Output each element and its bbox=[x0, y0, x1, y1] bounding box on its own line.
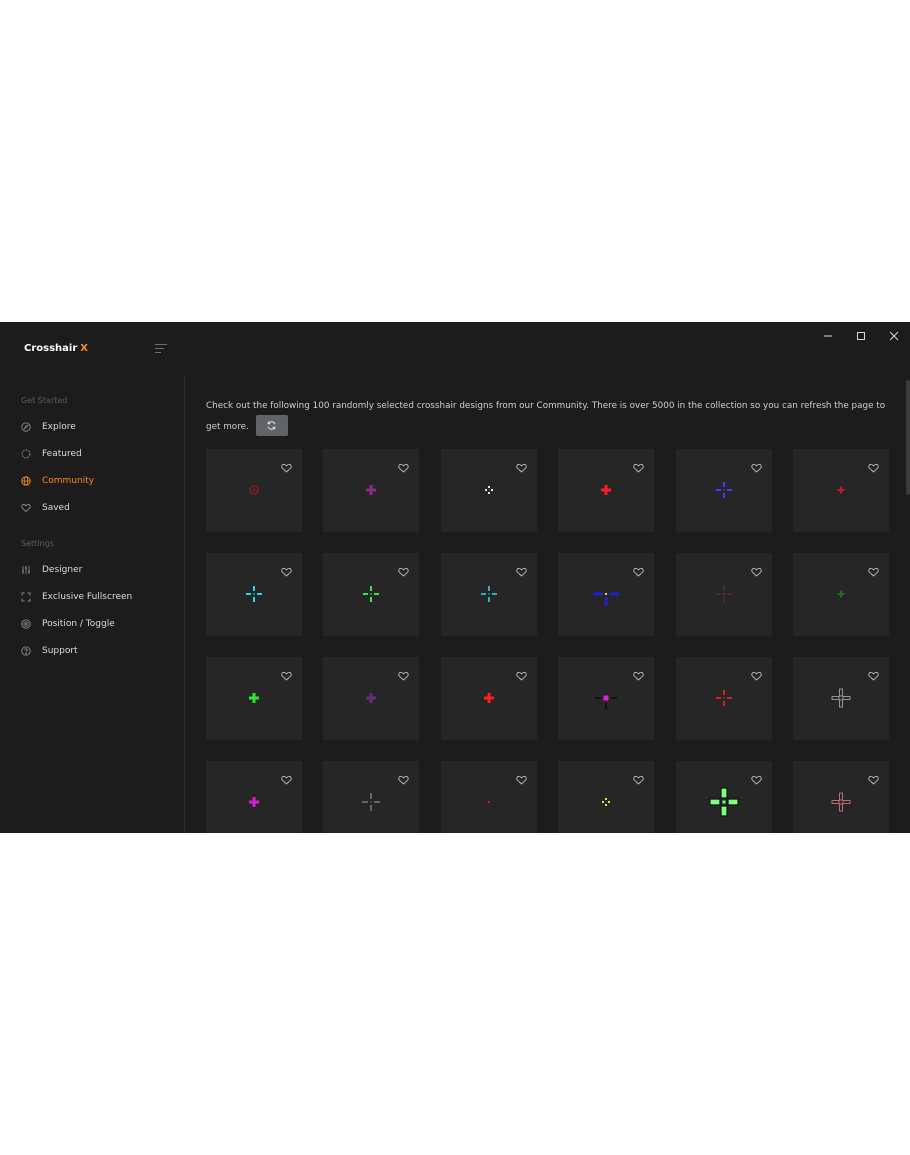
scrollbar[interactable] bbox=[906, 380, 910, 495]
app-logo: Crosshair X bbox=[24, 343, 88, 354]
sidebar-item-designer[interactable]: Designer bbox=[14, 559, 179, 581]
maximize-icon bbox=[856, 332, 865, 340]
main-content: Check out the following 100 randomly sel… bbox=[186, 377, 910, 833]
crosshair-card[interactable] bbox=[558, 553, 654, 636]
minimize-icon bbox=[823, 335, 832, 337]
favorite-heart-icon[interactable] bbox=[751, 562, 762, 577]
favorite-heart-icon[interactable] bbox=[516, 458, 527, 473]
favorite-heart-icon[interactable] bbox=[633, 666, 644, 681]
section-label-settings: Settings bbox=[21, 539, 54, 548]
brand-name: Crosshair bbox=[24, 343, 78, 354]
favorite-heart-icon[interactable] bbox=[398, 458, 409, 473]
crosshair-card[interactable] bbox=[676, 553, 772, 636]
minimize-button[interactable] bbox=[811, 322, 844, 350]
crosshair-card[interactable] bbox=[793, 761, 889, 833]
favorite-heart-icon[interactable] bbox=[868, 562, 879, 577]
favorite-heart-icon[interactable] bbox=[281, 458, 292, 473]
favorite-heart-icon[interactable] bbox=[516, 562, 527, 577]
sidebar-item-position-toggle[interactable]: Position / Toggle bbox=[14, 613, 179, 635]
crosshair-card[interactable] bbox=[206, 449, 302, 532]
badge-icon bbox=[21, 449, 31, 459]
crosshair-card[interactable] bbox=[676, 657, 772, 740]
crosshair-card[interactable] bbox=[558, 657, 654, 740]
compass-icon bbox=[21, 422, 31, 432]
help-icon bbox=[21, 646, 31, 656]
refresh-icon bbox=[267, 421, 276, 430]
favorite-heart-icon[interactable] bbox=[398, 770, 409, 785]
favorite-heart-icon[interactable] bbox=[868, 770, 879, 785]
favorite-heart-icon[interactable] bbox=[868, 458, 879, 473]
favorite-heart-icon[interactable] bbox=[751, 458, 762, 473]
crosshair-card[interactable] bbox=[441, 553, 537, 636]
heart-icon bbox=[21, 503, 31, 513]
crosshair-card[interactable] bbox=[323, 449, 419, 532]
favorite-heart-icon[interactable] bbox=[398, 666, 409, 681]
sidebar-item-label: Support bbox=[42, 646, 78, 656]
favorite-heart-icon[interactable] bbox=[398, 562, 409, 577]
crosshair-card[interactable] bbox=[323, 761, 419, 833]
close-icon bbox=[889, 331, 898, 341]
favorite-heart-icon[interactable] bbox=[516, 666, 527, 681]
crosshair-card[interactable] bbox=[793, 657, 889, 740]
favorite-heart-icon[interactable] bbox=[281, 666, 292, 681]
favorite-heart-icon[interactable] bbox=[868, 666, 879, 681]
favorite-heart-icon[interactable] bbox=[633, 770, 644, 785]
favorite-heart-icon[interactable] bbox=[281, 562, 292, 577]
crosshair-card[interactable] bbox=[676, 761, 772, 833]
fullscreen-icon bbox=[21, 592, 31, 602]
refresh-button[interactable] bbox=[255, 415, 288, 436]
crosshair-card[interactable] bbox=[323, 657, 419, 740]
sidebar-item-explore[interactable]: Explore bbox=[14, 416, 179, 438]
crosshair-card[interactable] bbox=[676, 449, 772, 532]
crosshair-card[interactable] bbox=[793, 449, 889, 532]
favorite-heart-icon[interactable] bbox=[281, 770, 292, 785]
sidebar-item-label: Exclusive Fullscreen bbox=[42, 592, 133, 602]
sidebar-item-label: Explore bbox=[42, 422, 76, 432]
intro-paragraph: Check out the following 100 randomly sel… bbox=[206, 397, 886, 437]
crosshair-card[interactable] bbox=[206, 553, 302, 636]
favorite-heart-icon[interactable] bbox=[751, 666, 762, 681]
menu-toggle-icon[interactable] bbox=[155, 344, 167, 353]
crosshair-card[interactable] bbox=[558, 761, 654, 833]
favorite-heart-icon[interactable] bbox=[633, 458, 644, 473]
maximize-button[interactable] bbox=[844, 322, 877, 350]
app-window: Crosshair X Get Started Explore Featured… bbox=[0, 322, 910, 833]
crosshair-card[interactable] bbox=[441, 657, 537, 740]
window-controls bbox=[811, 322, 910, 350]
sidebar-item-featured[interactable]: Featured bbox=[14, 443, 179, 465]
sidebar-item-saved[interactable]: Saved bbox=[14, 497, 179, 519]
sidebar: Get Started Explore Featured Community S… bbox=[0, 377, 185, 833]
crosshair-card[interactable] bbox=[206, 657, 302, 740]
crosshair-card[interactable] bbox=[441, 449, 537, 532]
sidebar-item-label: Position / Toggle bbox=[42, 619, 115, 629]
sidebar-item-support[interactable]: Support bbox=[14, 640, 179, 662]
globe-icon bbox=[21, 476, 31, 486]
favorite-heart-icon[interactable] bbox=[751, 770, 762, 785]
sidebar-item-label: Community bbox=[42, 476, 95, 486]
sidebar-item-label: Featured bbox=[42, 449, 82, 459]
sliders-icon bbox=[21, 565, 31, 575]
crosshair-card[interactable] bbox=[793, 553, 889, 636]
crosshair-card[interactable] bbox=[323, 553, 419, 636]
sidebar-item-label: Saved bbox=[42, 503, 70, 513]
crosshair-card[interactable] bbox=[206, 761, 302, 833]
target-icon bbox=[21, 619, 31, 629]
favorite-heart-icon[interactable] bbox=[516, 770, 527, 785]
sidebar-item-label: Designer bbox=[42, 565, 83, 575]
crosshair-card[interactable] bbox=[558, 449, 654, 532]
brand-accent: X bbox=[80, 343, 88, 354]
sidebar-item-community[interactable]: Community bbox=[14, 470, 179, 492]
section-label-get-started: Get Started bbox=[21, 396, 68, 405]
close-button[interactable] bbox=[877, 322, 910, 350]
intro-text: Check out the following 100 randomly sel… bbox=[206, 401, 886, 432]
crosshair-card[interactable] bbox=[441, 761, 537, 833]
favorite-heart-icon[interactable] bbox=[633, 562, 644, 577]
sidebar-item-exclusive-fullscreen[interactable]: Exclusive Fullscreen bbox=[14, 586, 179, 608]
